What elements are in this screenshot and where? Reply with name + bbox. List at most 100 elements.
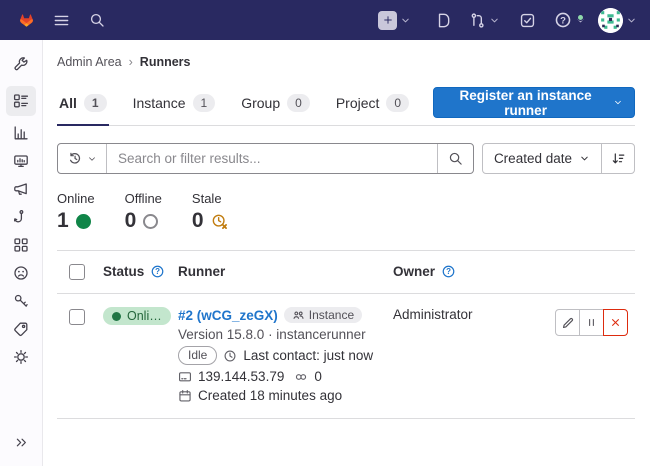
delete-runner-icon[interactable] (603, 309, 628, 336)
sidebar-item-admin-wrench-icon[interactable] (6, 49, 36, 77)
status-badge: Online (103, 307, 171, 325)
tab-all[interactable]: All 1 (57, 85, 109, 125)
stat-stale: Stale 0 (192, 191, 228, 233)
register-button-label: Register an instance runner (445, 88, 606, 118)
stat-label: Online (57, 191, 95, 206)
instance-type-badge: Instance (284, 307, 362, 323)
tab-label: Group (241, 95, 280, 111)
table-header-row: Status ? Runner Owner ? (57, 251, 635, 294)
main-content: Admin Area › Runners All 1 Instance 1 Gr… (43, 40, 650, 466)
user-menu-dropdown[interactable] (598, 8, 637, 33)
online-dot-icon (112, 312, 121, 321)
svg-text:?: ? (155, 267, 160, 276)
stat-label: Stale (192, 191, 228, 206)
merge-request-icon (469, 12, 486, 29)
breadcrumb-runners: Runners (140, 55, 191, 69)
tab-label: Instance (133, 95, 186, 111)
tab-label: Project (336, 95, 380, 111)
status-header-label: Status (103, 264, 144, 279)
sidebar-item-monitoring-icon[interactable] (6, 147, 36, 175)
chevron-down-icon (626, 15, 637, 26)
status-cell: Online (103, 307, 178, 325)
sort-direction-descending-icon[interactable] (601, 144, 634, 173)
search-input[interactable] (107, 144, 437, 173)
sidebar-item-applications-icon[interactable] (6, 231, 36, 259)
column-runner: Runner (178, 264, 393, 279)
sidebar-item-overview-icon[interactable] (6, 86, 36, 116)
host-icon (178, 370, 192, 384)
sort-control: Created date (482, 143, 635, 174)
tab-project[interactable]: Project 0 (334, 85, 411, 125)
sort-by-dropdown[interactable]: Created date (483, 144, 601, 173)
svg-text:?: ? (446, 267, 451, 276)
tab-count-badge: 0 (287, 94, 310, 112)
filtered-search (57, 143, 474, 174)
tab-instance[interactable]: Instance 1 (131, 85, 218, 125)
stat-value: 0 (125, 209, 137, 233)
register-instance-runner-button[interactable]: Register an instance runner (433, 87, 635, 118)
tab-count-badge: 0 (386, 94, 409, 112)
stat-value: 1 (57, 209, 69, 233)
runner-tabs: All 1 Instance 1 Group 0 Project 0 Regis… (57, 85, 635, 126)
select-all-checkbox[interactable] (69, 264, 85, 280)
runner-header-label: Runner (178, 264, 225, 279)
sidebar-item-analytics-icon[interactable] (6, 119, 36, 147)
notification-dot (577, 14, 584, 21)
breadcrumb-admin-area[interactable]: Admin Area (57, 55, 122, 69)
search-submit-icon[interactable] (437, 144, 473, 173)
breadcrumb-separator: › (129, 55, 133, 69)
runner-cell: #2 (wCG_zeGX) Instance Version 15.8.0 · … (178, 307, 393, 403)
row-actions (555, 309, 635, 336)
sidebar-item-labels-icon[interactable] (6, 315, 36, 343)
sidebar-item-messages-icon[interactable] (6, 175, 36, 203)
chevron-down-icon (87, 154, 97, 164)
runner-link[interactable]: #2 (wCG_zeGX) (178, 308, 278, 323)
last-contact: Last contact: just now (243, 348, 373, 363)
runner-stats: Online 1 Offline 0 Stale 0 (57, 174, 635, 250)
issues-icon[interactable] (427, 5, 457, 35)
plus-icon (378, 11, 397, 30)
runner-ip: 139.144.53.79 (198, 369, 284, 384)
merge-requests-dropdown[interactable] (469, 12, 500, 29)
column-status: Status ? (103, 264, 178, 279)
stale-clock-icon (211, 213, 228, 230)
sidebar-item-abuse-reports-icon[interactable] (6, 259, 36, 287)
edit-runner-icon[interactable] (555, 309, 580, 336)
row-checkbox[interactable] (69, 309, 85, 325)
linked-count: 0 (314, 369, 322, 384)
new-menu-dropdown[interactable] (378, 11, 411, 30)
pause-runner-icon[interactable] (579, 309, 604, 336)
online-dot-icon (76, 214, 91, 229)
todos-icon[interactable] (512, 5, 542, 35)
help-dropdown[interactable]: ? (554, 11, 586, 29)
filter-bar: Created date (57, 143, 635, 174)
users-icon (292, 309, 305, 322)
status-help-icon[interactable]: ? (150, 264, 165, 279)
tab-group[interactable]: Group 0 (239, 85, 312, 125)
avatar (598, 8, 623, 33)
expand-sidebar-icon[interactable] (6, 428, 36, 456)
sidebar-item-system-hooks-icon[interactable] (6, 203, 36, 231)
sidebar-item-settings-icon[interactable] (6, 343, 36, 371)
chevron-down-icon (613, 97, 623, 108)
recent-searches-dropdown[interactable] (58, 144, 107, 173)
sort-by-label: Created date (494, 151, 572, 166)
runners-table: Status ? Runner Owner ? (57, 250, 635, 419)
sidebar-item-deploy-keys-icon[interactable] (6, 287, 36, 315)
hamburger-menu-icon[interactable] (46, 5, 76, 35)
stat-label: Offline (125, 191, 162, 206)
tab-label: All (59, 95, 77, 111)
gitlab-logo-icon[interactable] (13, 7, 40, 34)
search-icon[interactable] (82, 5, 112, 35)
runner-row: Online #2 (wCG_zeGX) Instance (57, 294, 635, 419)
owner-link[interactable]: Administrator (393, 307, 473, 322)
offline-ring-icon (143, 214, 158, 229)
stat-online: Online 1 (57, 191, 95, 233)
top-navbar: ? (0, 0, 650, 40)
owner-help-icon[interactable]: ? (441, 264, 456, 279)
chevron-down-icon (400, 15, 411, 26)
chevron-down-icon (579, 153, 590, 164)
owner-cell: Administrator (393, 307, 555, 322)
calendar-icon (178, 389, 192, 403)
link-icon (294, 370, 308, 384)
